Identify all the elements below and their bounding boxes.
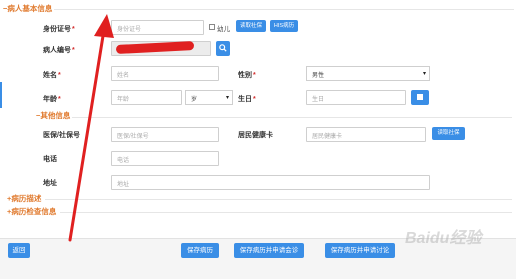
gender-value: 男性 [312, 73, 325, 79]
address-input[interactable]: 地址 [111, 175, 430, 190]
name-label: 姓名* [43, 72, 61, 79]
gender-select[interactable]: 男性 ▾ [306, 66, 430, 81]
save-apply-discuss-button[interactable]: 保存病历并申请讨论 [325, 243, 395, 258]
back-button[interactable]: 返回 [8, 243, 30, 258]
insurance-no-input[interactable]: 医保/社保号 [111, 127, 219, 142]
save-record-button[interactable]: 保存病历 [181, 243, 219, 258]
section-basic-info[interactable]: −病人基本信息 [3, 3, 52, 14]
birthday-label: 生日* [238, 96, 256, 103]
patient-no-label: 病人编号* [43, 47, 75, 54]
calendar-icon [417, 94, 423, 100]
age-label: 年龄* [43, 96, 61, 103]
age-unit-value: 岁 [191, 97, 198, 103]
calendar-button[interactable] [411, 90, 429, 105]
phone-label: 电话 [43, 156, 57, 163]
save-apply-consult-button[interactable]: 保存病历并申请会诊 [234, 243, 304, 258]
read-health-card-button[interactable]: 读取社保 [432, 127, 465, 140]
read-card-button[interactable]: 读取社保 [236, 20, 266, 32]
phone-input[interactable]: 电话 [111, 151, 219, 166]
child-checkbox-label: 幼儿 [217, 26, 230, 33]
his-record-button[interactable]: HIS病历 [270, 20, 298, 32]
health-card-input[interactable]: 居民健康卡 [306, 127, 426, 142]
insurance-no-label: 医保/社保号 [43, 132, 80, 139]
age-unit-select[interactable]: 岁 ▾ [185, 90, 233, 105]
section-divider [54, 9, 514, 10]
section-history-exam[interactable]: +病历检查信息 [7, 206, 56, 217]
child-checkbox[interactable] [209, 24, 215, 30]
gender-label: 性别* [238, 72, 256, 79]
name-input[interactable]: 姓名 [111, 66, 219, 81]
health-card-label: 居民健康卡 [238, 132, 273, 139]
birthday-input[interactable]: 生日 [306, 90, 406, 105]
section-history-desc[interactable]: +病历描述 [7, 193, 41, 204]
id-card-label: 身份证号* [43, 26, 75, 33]
watermark: Baidu经验 [405, 230, 482, 247]
age-input[interactable]: 年龄 [111, 90, 182, 105]
section-divider [60, 212, 512, 213]
id-card-input[interactable]: 身份证号 [111, 20, 204, 35]
section-divider [45, 199, 512, 200]
address-label: 地址 [43, 180, 57, 187]
chevron-down-icon: ▾ [225, 95, 229, 101]
chevron-down-icon: ▾ [422, 71, 426, 77]
search-icon [219, 44, 227, 52]
section-divider [72, 117, 512, 118]
left-edge-marker [0, 82, 2, 108]
section-other-info[interactable]: −其他信息 [36, 110, 70, 121]
patient-search-button[interactable] [216, 41, 230, 56]
